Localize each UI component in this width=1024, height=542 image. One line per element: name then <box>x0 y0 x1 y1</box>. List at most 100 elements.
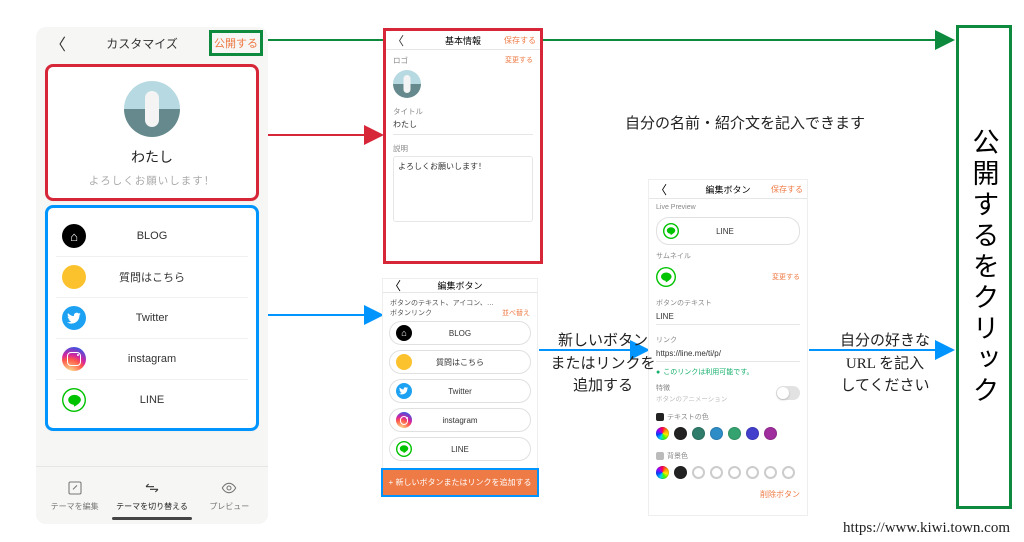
instagram-icon <box>62 347 86 371</box>
feature-sub: ボタンのアニメーション <box>656 393 727 403</box>
page-title: 基本情報 <box>445 34 481 47</box>
thumb-label: サムネイル <box>656 251 691 261</box>
line-icon <box>663 223 679 239</box>
folder-icon <box>396 354 412 370</box>
color-swatch[interactable] <box>728 466 741 479</box>
change-logo-link[interactable]: 変更する <box>505 55 533 65</box>
title-field-label: タイトル <box>386 104 540 117</box>
screen3-desc2: ボタンリンク 並べ替え <box>383 309 537 319</box>
list-label: Twitter <box>420 387 500 396</box>
list-item[interactable]: instagram <box>389 408 531 432</box>
color-swatch[interactable] <box>746 466 759 479</box>
screen-edit-buttons: 〈 編集ボタン ボタンのテキスト、アイコン、リンクを編集する… ボタンリンク 並… <box>383 279 537 492</box>
page-title: 編集ボタン <box>705 183 750 196</box>
title-field-value[interactable]: わたし <box>393 119 533 135</box>
line-icon[interactable] <box>656 267 676 287</box>
delete-button[interactable]: 削除ボタン <box>649 485 807 504</box>
screen1-header: 〈 カスタマイズ 公開する <box>36 27 268 59</box>
back-button[interactable]: 〈 <box>392 32 404 49</box>
btntext-label: ボタンのテキスト <box>649 293 807 310</box>
screen-customize: 〈 カスタマイズ 公開する わたし よろしくお願いします！ BLOG 質問はこち… <box>36 27 268 524</box>
list-label: instagram <box>420 416 500 425</box>
screen2-header: 〈 基本情報 保存する <box>386 31 540 50</box>
line-icon <box>396 441 412 457</box>
color-swatch[interactable] <box>656 466 669 479</box>
tab-switch-theme[interactable]: テーマを切り替える <box>113 467 190 524</box>
link-label: instagram <box>100 353 204 365</box>
annotation-profile: 自分の名前・紹介文を記入できます <box>570 112 920 133</box>
color-swatch[interactable] <box>764 427 777 440</box>
save-button[interactable]: 保存する <box>504 35 536 46</box>
profile-bio: よろしくお願いします！ <box>56 173 248 188</box>
list-item[interactable]: 質問はこちら <box>389 350 531 374</box>
link-label: LINE <box>100 394 204 406</box>
tab-bar: テーマを編集 テーマを切り替える プレビュー <box>36 466 268 524</box>
feature-row: 特徴 ボタンのアニメーション <box>656 383 800 403</box>
list-label: BLOG <box>420 329 500 338</box>
link-value[interactable]: https://line.me/ti/p/ <box>656 349 800 362</box>
avatar <box>124 81 180 137</box>
btntext-value[interactable]: LINE <box>656 312 800 325</box>
home-icon <box>62 224 86 248</box>
publish-button[interactable]: 公開する <box>212 33 260 53</box>
link-row[interactable]: BLOG <box>56 216 248 257</box>
add-link-button[interactable]: + 新しいボタンまたはリンクを追加する <box>383 470 537 495</box>
link-row[interactable]: Twitter <box>56 298 248 339</box>
list-item[interactable]: BLOG <box>389 321 531 345</box>
color-swatch[interactable] <box>692 466 705 479</box>
tab-preview[interactable]: プレビュー <box>191 467 268 524</box>
color-swatch[interactable] <box>764 466 777 479</box>
tab-label: プレビュー <box>209 501 249 512</box>
color-swatch[interactable] <box>692 427 705 440</box>
annotation-addbutton: 新しいボタン またはリンクを 追加する <box>548 330 658 398</box>
change-thumb-link[interactable]: 変更する <box>772 272 800 282</box>
list-item[interactable]: LINE <box>389 437 531 461</box>
home-indicator <box>112 517 192 520</box>
tab-label: テーマを切り替える <box>116 501 188 512</box>
color-swatch[interactable] <box>746 427 759 440</box>
link-row[interactable]: LINE <box>56 380 248 420</box>
folder-icon <box>62 265 86 289</box>
links-card: BLOG 質問はこちら Twitter instagram LINE <box>46 206 258 430</box>
link-label: Twitter <box>100 312 204 324</box>
animation-toggle[interactable] <box>776 386 800 400</box>
back-button[interactable]: 〈 <box>44 31 72 55</box>
preview-button: LINE <box>656 217 800 245</box>
tab-edit-theme[interactable]: テーマを編集 <box>36 467 113 524</box>
profile-card[interactable]: わたし よろしくお願いします！ <box>46 65 258 200</box>
bgcolor-swatches <box>656 466 800 479</box>
link-row[interactable]: 質問はこちら <box>56 257 248 298</box>
list-label: LINE <box>420 445 500 454</box>
color-swatch[interactable] <box>674 466 687 479</box>
color-swatch[interactable] <box>656 427 669 440</box>
desc-field-value[interactable]: よろしくお願いします！ <box>393 156 533 222</box>
profile-name: わたし <box>56 147 248 167</box>
reorder-link[interactable]: 並べ替え <box>502 309 530 318</box>
color-swatch[interactable] <box>710 466 723 479</box>
color-swatch[interactable] <box>710 427 723 440</box>
avatar[interactable] <box>393 70 421 98</box>
textcolor-label: テキストの色 <box>649 407 807 424</box>
back-button[interactable]: 〈 <box>655 181 667 198</box>
twitter-icon <box>62 306 86 330</box>
back-button[interactable]: 〈 <box>389 277 401 294</box>
save-button[interactable]: 保存する <box>771 184 803 195</box>
list-item[interactable]: Twitter <box>389 379 531 403</box>
screen-edit-button-detail: 〈 編集ボタン 保存する Live Preview LINE サムネイル 変更す… <box>649 180 807 515</box>
eye-icon <box>220 479 238 497</box>
tab-label: テーマを編集 <box>51 501 99 512</box>
link-label: 質問はこちら <box>100 269 204 285</box>
color-swatch[interactable] <box>728 427 741 440</box>
link-row[interactable]: instagram <box>56 339 248 380</box>
page-title: 編集ボタン <box>437 279 482 292</box>
button-list: BLOG 質問はこちら Twitter instagram LINE <box>383 319 537 470</box>
screen4-header: 〈 編集ボタン 保存する <box>649 180 807 199</box>
screen3-header: 〈 編集ボタン <box>383 279 537 293</box>
feature-label: 特徴 <box>656 383 727 393</box>
color-swatch[interactable] <box>782 466 795 479</box>
textcolor-swatches <box>656 427 800 440</box>
link-label: BLOG <box>100 230 204 242</box>
bgcolor-label: 背景色 <box>649 446 807 463</box>
color-swatch[interactable] <box>674 427 687 440</box>
preview-button-label: LINE <box>679 227 771 236</box>
